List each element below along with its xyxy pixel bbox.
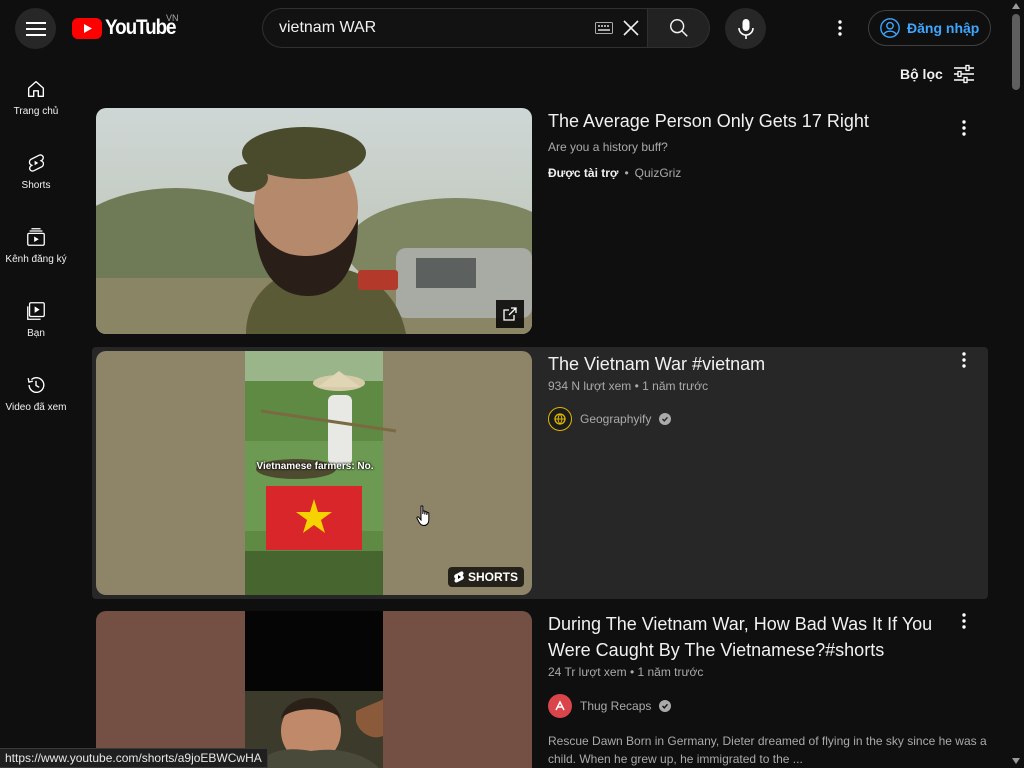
keyboard-icon[interactable] — [595, 22, 613, 34]
shorts-badge-label: SHORTS — [467, 570, 518, 584]
search-button[interactable] — [647, 8, 710, 48]
sponsor-row: Được tài trợ • QuizGriz — [548, 166, 681, 180]
shorts-badge: SHORTS — [447, 567, 524, 587]
search-result-ad[interactable]: The Average Person Only Gets 17 Right Ar… — [92, 108, 988, 336]
thumbnail-image — [96, 611, 532, 768]
scroll-up-arrow-icon[interactable] — [1012, 3, 1020, 9]
result-menu-button[interactable] — [952, 348, 976, 372]
link-status-bar: https://www.youtube.com/shorts/a9joEBWCw… — [0, 748, 268, 768]
sidebar-item-shorts[interactable]: Shorts — [0, 130, 72, 204]
sidebar-item-you[interactable]: Bạn — [0, 278, 72, 352]
open-external-button[interactable] — [496, 300, 524, 328]
page-scrollbar[interactable] — [1008, 0, 1024, 768]
video-metadata: 934 N lượt xem • 1 năm trước — [548, 379, 708, 393]
scrollbar-thumb[interactable] — [1012, 14, 1020, 90]
view-count: 934 N lượt xem — [548, 379, 632, 393]
advertiser-name[interactable]: QuizGriz — [635, 166, 682, 180]
vertical-dots-icon — [962, 120, 966, 136]
scroll-down-arrow-icon[interactable] — [1012, 758, 1020, 764]
masthead: YouTube VN Đăng nhập — [0, 0, 1008, 56]
video-title[interactable]: The Average Person Only Gets 17 Right — [548, 108, 948, 134]
logo-wordmark: YouTube — [105, 16, 177, 39]
channel-avatar[interactable] — [548, 694, 572, 718]
ad-subtitle: Are you a history buff? — [548, 140, 668, 154]
thumbnail-image — [96, 108, 532, 334]
sidebar-item-label: Trang chủ — [13, 106, 59, 117]
upload-age: 1 năm trước — [637, 665, 704, 679]
hand-cursor-icon — [416, 505, 430, 527]
channel-avatar[interactable] — [548, 407, 572, 431]
thumbnail-caption: Vietnamese farmers: No. — [256, 461, 374, 472]
guide-menu-button[interactable] — [15, 8, 56, 49]
channel-name[interactable]: Thug Recaps — [580, 699, 651, 713]
youtube-logo[interactable]: YouTube VN — [72, 13, 183, 41]
video-description: Rescue Dawn Born in Germany, Dieter drea… — [548, 734, 987, 766]
search-result-short[interactable]: Vietnamese farmers: No. SHORTS The Vietn… — [92, 347, 988, 599]
voice-search-button[interactable] — [725, 8, 766, 49]
country-code: VN — [166, 13, 179, 23]
filter-label: Bộ lọc — [900, 66, 943, 82]
channel-info[interactable]: Thug Recaps — [548, 694, 672, 718]
search-result-short[interactable]: During The Vietnam War, How Bad Was It I… — [92, 611, 988, 768]
external-link-icon — [503, 307, 517, 321]
video-thumbnail[interactable] — [96, 108, 532, 334]
sidebar-item-label: Video đã xem — [5, 402, 67, 413]
channel-name[interactable]: Geographyify — [580, 412, 651, 426]
globe-icon — [554, 413, 566, 425]
video-metadata: 24 Tr lượt xem • 1 năm trước — [548, 665, 703, 679]
clear-search-icon[interactable] — [619, 16, 643, 40]
upload-age: 1 năm trước — [642, 379, 709, 393]
video-thumbnail[interactable] — [96, 611, 532, 768]
search-box — [262, 8, 648, 48]
sidebar-item-subscriptions[interactable]: Kênh đăng ký — [0, 204, 72, 278]
home-icon — [27, 80, 45, 98]
shorts-icon — [454, 571, 464, 583]
hamburger-icon — [25, 21, 46, 36]
shorts-icon — [28, 154, 45, 172]
sponsored-label: Được tài trợ — [548, 166, 619, 180]
vertical-dots-icon — [838, 20, 842, 36]
video-thumbnail[interactable]: Vietnamese farmers: No. SHORTS — [96, 351, 532, 595]
signin-label: Đăng nhập — [907, 20, 980, 36]
you-icon — [27, 302, 45, 320]
search-filter-button[interactable]: Bộ lọc — [900, 62, 975, 86]
search-icon — [669, 19, 688, 37]
sidebar-item-label: Shorts — [21, 180, 51, 191]
youtube-play-icon — [72, 17, 102, 39]
channel-logo-icon — [555, 700, 565, 711]
sidebar-item-home[interactable]: Trang chủ — [0, 56, 72, 130]
sidebar-item-label: Bạn — [27, 328, 45, 339]
channel-info[interactable]: Geographyify — [548, 407, 672, 431]
sidebar-item-history[interactable]: Video đã xem — [0, 352, 72, 426]
result-menu-button[interactable] — [952, 116, 976, 140]
settings-more-button[interactable] — [828, 16, 852, 40]
video-title[interactable]: The Vietnam War #vietnam — [548, 351, 948, 377]
vertical-dots-icon — [962, 613, 966, 629]
verified-badge-icon — [659, 700, 672, 712]
history-icon — [27, 377, 45, 394]
meta-separator: • — [624, 166, 629, 180]
filter-sliders-icon — [953, 64, 974, 84]
video-title[interactable]: During The Vietnam War, How Bad Was It I… — [548, 611, 940, 663]
microphone-icon — [737, 18, 754, 39]
view-count: 24 Tr lượt xem — [548, 665, 627, 679]
account-circle-icon — [880, 18, 900, 38]
signin-button[interactable]: Đăng nhập — [868, 10, 991, 46]
thumbnail-image — [96, 351, 532, 595]
result-menu-button[interactable] — [952, 609, 976, 633]
verified-badge-icon — [659, 413, 672, 425]
search-input[interactable] — [279, 9, 579, 47]
subscriptions-icon — [27, 228, 45, 246]
sidebar-item-label: Kênh đăng ký — [5, 254, 67, 265]
vertical-dots-icon — [962, 352, 966, 368]
